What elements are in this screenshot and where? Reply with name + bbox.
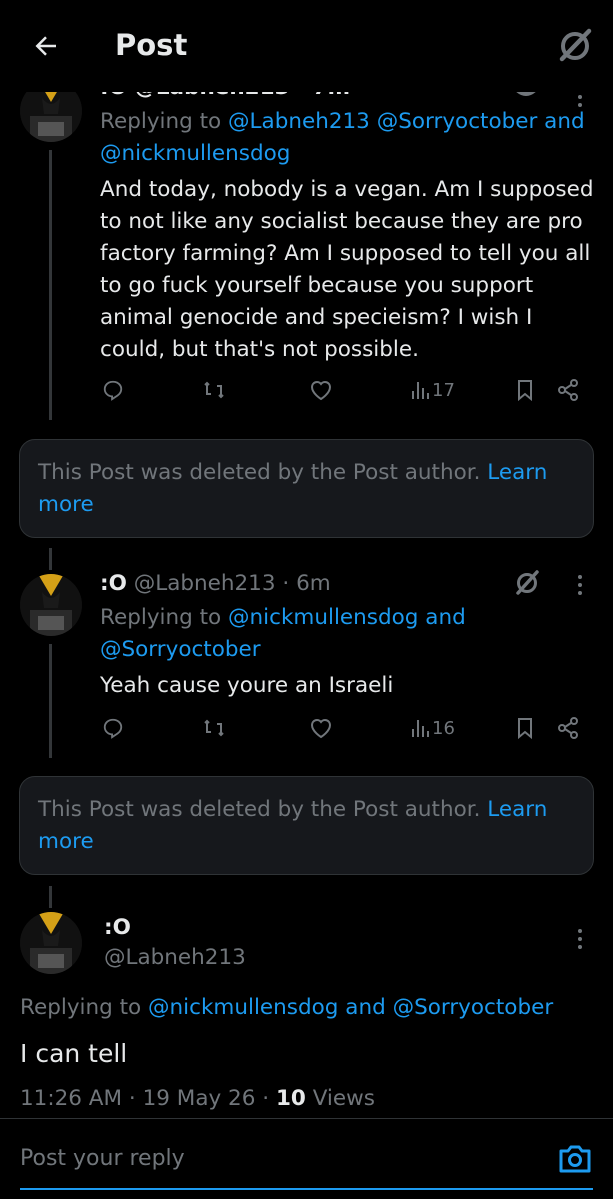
reply-input[interactable]: Post your reply [20,1146,185,1171]
tweet2-text: Yeah cause youre an Israeli [100,673,394,698]
main-post-replying-to: Replying to @nickmullensdog and @Sorryoc… [20,995,554,1020]
main-post-timestamp: 11:26 AM · 19 May 26 · 10 Views [20,1086,375,1111]
views-button[interactable]: 16 [410,717,455,739]
top-bar: Post [0,0,613,92]
main-post-name[interactable]: :O [104,912,131,944]
page-title: Post [115,28,188,62]
bookmark-button[interactable] [515,379,535,401]
repost-icon [204,381,224,399]
deleted-post-notice: This Post was deleted by the Post author… [19,776,594,875]
share-button[interactable] [556,379,580,401]
grok-button[interactable] [553,24,597,68]
main-post-more-button[interactable] [570,922,590,956]
reply-button[interactable] [102,379,124,401]
tweet2-header: :O @Labneh213 · 6m [100,571,331,596]
share-icon [558,379,578,401]
thread-container: :O @Labneh213 · 7m Replying to @Labneh21… [0,92,613,1199]
avatar-image [20,912,82,974]
reply-input-underline [20,1188,593,1190]
like-icon [310,719,332,739]
bookmark-icon [518,380,532,401]
back-button[interactable] [22,22,70,70]
thread-line [49,644,52,758]
repost-icon [204,719,224,737]
tweet1-replying-to: Replying to @Labneh213 @Sorryoctober and [100,109,585,134]
tweet2-replying-to: Replying to @nickmullensdog and [100,605,466,630]
tweet2-handle[interactable]: @Labneh213 [134,571,276,596]
views-count: 16 [432,717,455,739]
repost-button[interactable] [202,379,226,401]
repost-button[interactable] [202,717,226,739]
avatar-image [20,92,82,142]
deleted-post-notice: This Post was deleted by the Post author… [19,439,594,538]
views-icon [412,720,429,737]
camera-button[interactable] [556,1140,594,1178]
tweet2-replying-to-cont[interactable]: @Sorryoctober [100,634,261,666]
like-button[interactable] [309,717,333,739]
share-icon [558,717,578,739]
avatar[interactable] [20,92,82,142]
views-count: 17 [432,379,455,401]
grok-icon [516,570,539,595]
tweet2-more-button[interactable] [570,568,590,602]
main-post-text: I can tell [20,1039,128,1068]
tweet2-name[interactable]: :O [100,571,127,596]
views-icon [412,382,429,399]
thread-line [49,548,52,570]
tweet1-replying-to-cont[interactable]: @nickmullensdog [100,138,290,170]
tweet1-name-partial: :O @Labneh213 · 7m [100,92,350,104]
grok-icon [559,28,592,62]
main-post-handle[interactable]: @Labneh213 [104,942,246,974]
reply-icon [103,380,123,401]
avatar[interactable] [20,912,82,974]
tweet1-text: And today, nobody is a vegan. Am I suppo… [100,177,594,362]
tweet1-grok-button[interactable] [512,92,540,106]
camera-icon [559,1145,591,1173]
like-button[interactable] [309,379,333,401]
views-button[interactable]: 17 [410,379,455,401]
bookmark-button[interactable] [515,717,535,739]
thread-line [49,886,52,908]
share-button[interactable] [556,717,580,739]
back-arrow-icon [35,36,56,56]
avatar[interactable] [20,574,82,636]
tweet2-grok-button[interactable] [512,568,542,602]
avatar-image [20,574,82,636]
bookmark-icon [518,718,532,739]
tweet2-time[interactable]: 6m [296,571,331,596]
like-icon [310,381,332,401]
thread-line [49,150,52,420]
reply-icon [103,718,123,739]
reply-button[interactable] [102,717,124,739]
grok-icon [516,92,536,96]
